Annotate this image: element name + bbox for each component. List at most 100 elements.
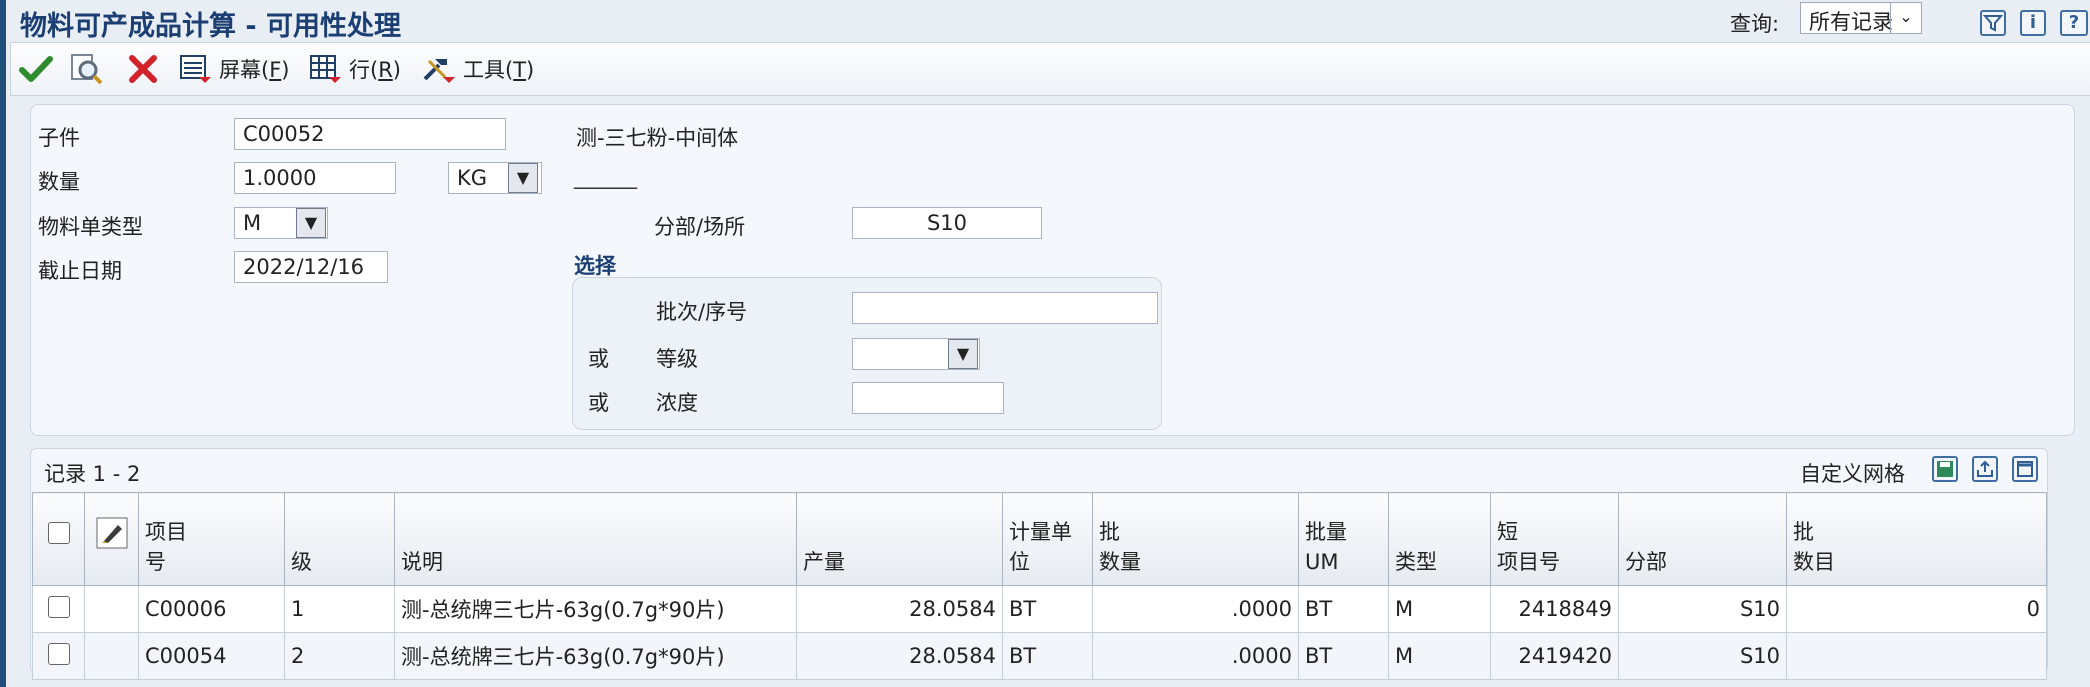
cell-uom: BT — [1002, 632, 1093, 680]
uom-description: ______ — [574, 165, 637, 189]
col-type[interactable]: 类型 — [1388, 492, 1491, 586]
row-edit-header[interactable] — [84, 492, 139, 586]
branch-plant-input[interactable]: S10 — [852, 207, 1042, 239]
tools-icon — [423, 59, 455, 83]
cell-yield: 28.0584 — [796, 632, 1003, 680]
bom-type-dropdown-arrow-icon[interactable]: ▼ — [296, 208, 326, 238]
item-input[interactable]: C00052 — [234, 118, 506, 150]
query-select[interactable]: 所有记录 ⌄ — [1800, 2, 1922, 34]
save-grid-icon[interactable] — [1932, 456, 1958, 482]
page-title: 物料可产成品计算 - 可用性处理 — [20, 11, 402, 42]
cell-description: 测-总统牌三七片-63g(0.7g*90片) — [394, 632, 797, 680]
item-label: 子件 — [38, 126, 80, 150]
cell-branch: S10 — [1618, 632, 1787, 680]
quantity-input[interactable]: 1.0000 — [234, 162, 396, 194]
maximize-grid-icon[interactable] — [2012, 456, 2038, 482]
cutoff-date-label: 截止日期 — [38, 259, 122, 283]
screen-menu-label: 屏幕(F) — [219, 58, 290, 82]
col-short-item[interactable]: 短项目号 — [1490, 492, 1619, 586]
col-uom[interactable]: 计量单位 — [1002, 492, 1093, 586]
cell-uom: BT — [1002, 585, 1093, 633]
lot-serial-input[interactable] — [852, 292, 1158, 324]
cell-branch: S10 — [1618, 585, 1787, 633]
close-icon — [129, 55, 157, 83]
screen-menu-button[interactable]: 屏幕(F) — [179, 43, 290, 95]
edit-pencil-icon — [96, 517, 127, 549]
selection-group-title: 选择 — [574, 254, 616, 278]
results-grid: 项目号 级 说明 产量 计量单位 批数量 批量 UM 类型 短项目号 分部 批数目… — [32, 492, 2047, 680]
row-checkbox-cell[interactable] — [32, 632, 85, 680]
cell-level: 2 — [284, 632, 395, 680]
cell-item-number[interactable]: C00054 — [138, 632, 285, 680]
quantity-label: 数量 — [38, 170, 80, 194]
col-description[interactable]: 说明 — [394, 492, 797, 586]
cell-short-item: 2419420 — [1490, 632, 1619, 680]
screen-form-icon — [180, 55, 211, 83]
lot-serial-label: 批次/序号 — [656, 300, 748, 324]
uom-select-value: KG — [457, 166, 488, 190]
tools-menu-button[interactable]: 工具(T) — [421, 43, 534, 95]
maximize-icon — [2017, 461, 2033, 477]
search-icon — [71, 54, 103, 85]
grade-dropdown-arrow-icon[interactable]: ▼ — [948, 339, 978, 369]
cell-type: M — [1388, 632, 1491, 680]
table-row[interactable]: C00054 2 测-总统牌三七片-63g(0.7g*90片) 28.0584 … — [32, 632, 2047, 680]
cell-batch-count — [1786, 632, 2047, 680]
col-item-number[interactable]: 项目号 — [138, 492, 285, 586]
export-icon — [1977, 460, 1993, 477]
col-batch-um[interactable]: 批量 UM — [1298, 492, 1389, 586]
grade-label: 等级 — [656, 347, 698, 371]
export-grid-icon[interactable] — [1972, 456, 1998, 482]
cell-item-number[interactable]: C00006 — [138, 585, 285, 633]
cutoff-date-input[interactable]: 2022/12/16 — [234, 251, 388, 283]
close-button[interactable] — [127, 43, 159, 95]
find-button[interactable] — [69, 43, 105, 95]
cell-batch-qty: .0000 — [1092, 585, 1299, 633]
toolbar: 屏幕(F) 行(R) 工具(T) — [10, 42, 2090, 96]
uom-dropdown-arrow-icon[interactable]: ▼ — [508, 163, 538, 193]
or-label-1: 或 — [588, 347, 609, 371]
cell-type: M — [1388, 585, 1491, 633]
cell-level: 1 — [284, 585, 395, 633]
filter-icon[interactable] — [1980, 10, 2006, 36]
cell-batch-um: BT — [1298, 585, 1389, 633]
col-branch[interactable]: 分部 — [1618, 492, 1787, 586]
row-menu-label: 行(R) — [349, 58, 401, 82]
query-label: 查询: — [1730, 12, 1780, 36]
window-left-edge — [0, 0, 6, 687]
cell-batch-qty: .0000 — [1092, 632, 1299, 680]
cell-short-item: 2418849 — [1490, 585, 1619, 633]
col-yield[interactable]: 产量 — [796, 492, 1003, 586]
select-all-checkbox[interactable] — [47, 522, 70, 544]
filter-icon-svg — [1982, 15, 2004, 32]
chevron-down-icon[interactable]: ⌄ — [1890, 3, 1921, 33]
item-description: 测-三七粉-中间体 — [576, 126, 739, 150]
customize-grid-link[interactable]: 自定义网格 — [1800, 458, 1905, 488]
potency-input[interactable] — [852, 382, 1004, 414]
ok-button[interactable] — [19, 43, 53, 95]
row-checkbox[interactable] — [47, 595, 70, 618]
info-icon[interactable]: i — [2020, 10, 2046, 36]
cell-description: 测-总统牌三七片-63g(0.7g*90片) — [394, 585, 797, 633]
tools-menu-label: 工具(T) — [463, 58, 535, 82]
query-select-value: 所有记录 — [1809, 10, 1893, 34]
row-checkbox[interactable] — [47, 642, 70, 665]
checkmark-icon — [19, 56, 53, 82]
row-edit-cell — [84, 632, 139, 680]
cell-batch-um: BT — [1298, 632, 1389, 680]
table-row[interactable]: C00006 1 测-总统牌三七片-63g(0.7g*90片) 28.0584 … — [32, 585, 2047, 633]
or-label-2: 或 — [588, 391, 609, 415]
grid-header-row: 项目号 级 说明 产量 计量单位 批数量 批量 UM 类型 短项目号 分部 批数目 — [32, 492, 2047, 586]
help-icon[interactable]: ? — [2060, 10, 2088, 36]
cell-batch-count: 0 — [1786, 585, 2047, 633]
col-batch-qty[interactable]: 批数量 — [1092, 492, 1299, 586]
row-grid-icon — [310, 55, 341, 83]
save-icon — [1937, 461, 1953, 477]
row-menu-button[interactable]: 行(R) — [309, 43, 401, 95]
row-checkbox-cell[interactable] — [32, 585, 85, 633]
select-all-header[interactable] — [32, 492, 85, 586]
record-count: 记录 1 - 2 — [44, 462, 141, 486]
col-level[interactable]: 级 — [284, 492, 395, 586]
potency-label: 浓度 — [656, 391, 698, 415]
col-batch-count[interactable]: 批数目 — [1786, 492, 2047, 586]
